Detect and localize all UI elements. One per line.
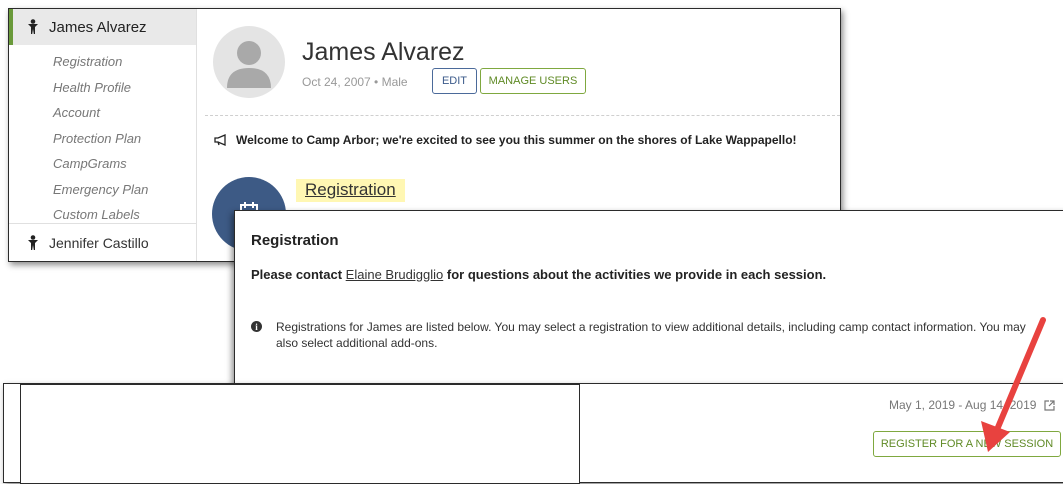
session-dates-text: May 1, 2019 - Aug 14, 2019 — [889, 398, 1037, 412]
registration-section-link[interactable]: Registration — [296, 179, 405, 202]
welcome-text: Welcome to Camp Arbor; we're excited to … — [236, 133, 797, 147]
person-icon — [28, 19, 38, 34]
sidebar-child-active[interactable]: James Alvarez — [9, 9, 196, 45]
sidebar-item-emergency-plan[interactable]: Emergency Plan — [9, 177, 196, 203]
register-new-session-button[interactable]: REGISTER FOR A NEW SESSION — [873, 431, 1061, 457]
contact-line: Please contact Elaine Brudigglio for que… — [251, 267, 826, 282]
manage-users-button[interactable]: MANAGE USERS — [480, 68, 586, 94]
welcome-banner: Welcome to Camp Arbor; we're excited to … — [214, 133, 797, 147]
megaphone-icon — [214, 134, 226, 146]
external-link-icon[interactable] — [1044, 399, 1056, 411]
registration-title: Registration — [251, 232, 339, 249]
session-dates: May 1, 2019 - Aug 14, 2019 — [889, 398, 1056, 412]
person-icon — [28, 234, 38, 250]
other-child-name: Jennifer Castillo — [49, 234, 149, 251]
sidebar-item-protection-plan[interactable]: Protection Plan — [9, 126, 196, 152]
user-silhouette-icon — [227, 41, 271, 88]
sidebar-item-campgrams[interactable]: CampGrams — [9, 151, 196, 177]
blank-registration-card — [20, 384, 580, 484]
sidebar-item-health-profile[interactable]: Health Profile — [9, 75, 196, 101]
contact-suffix: for questions about the activities we pr… — [446, 267, 827, 282]
session-panel: May 1, 2019 - Aug 14, 2019 REGISTER FOR … — [3, 383, 1063, 484]
sidebar-item-account[interactable]: Account — [9, 100, 196, 126]
active-child-name: James Alvarez — [49, 18, 147, 36]
edit-button[interactable]: EDIT — [432, 68, 477, 94]
sidebar-item-registration[interactable]: Registration — [9, 49, 196, 75]
contact-link[interactable]: Elaine Brudigglio — [346, 267, 444, 282]
info-icon: i — [251, 321, 262, 332]
registration-info: i Registrations for James are listed bel… — [251, 319, 1031, 351]
sidebar-child-other[interactable]: Jennifer Castillo — [9, 223, 196, 261]
sidebar: James Alvarez Registration Health Profil… — [9, 9, 197, 261]
profile-name: James Alvarez — [302, 38, 465, 66]
registration-panel: Registration Please contact Elaine Brudi… — [234, 210, 1063, 386]
avatar — [213, 26, 285, 98]
child-subnav: Registration Health Profile Account Prot… — [9, 45, 196, 228]
divider — [205, 115, 840, 116]
profile-meta: Oct 24, 2007 • Male — [302, 75, 408, 89]
contact-prefix: Please contact — [251, 267, 343, 282]
registration-info-text: Registrations for James are listed below… — [276, 320, 1026, 350]
